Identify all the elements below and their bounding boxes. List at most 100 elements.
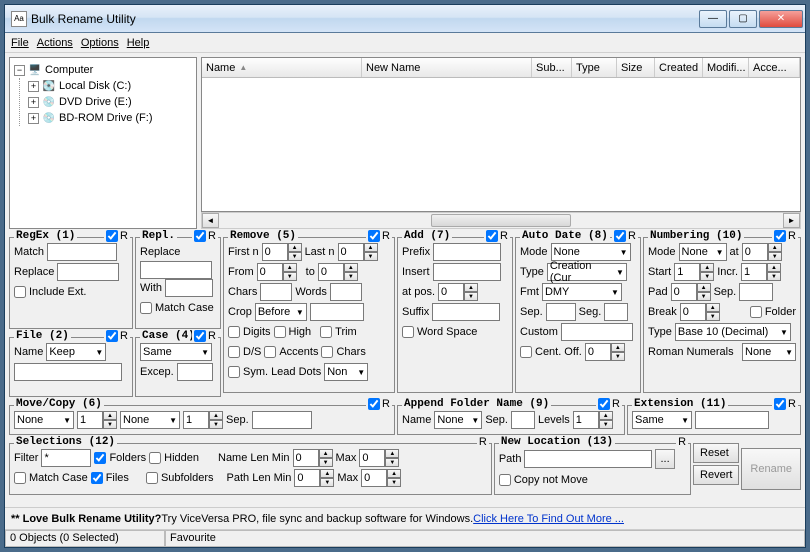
file-list[interactable]: Name▲ New Name Sub... Type Size Created …: [201, 57, 801, 212]
scroll-left-icon[interactable]: ◄: [202, 213, 219, 228]
repl-with-input[interactable]: [165, 279, 213, 297]
selections-subfolders-check[interactable]: [146, 472, 158, 484]
tree-expand-icon[interactable]: +: [28, 113, 39, 124]
numbering-incr-spin[interactable]: ▲▼: [741, 263, 781, 281]
add-atpos-spin[interactable]: ▲▼: [438, 283, 478, 301]
selections-matchcase-check[interactable]: [14, 472, 26, 484]
tree-expand-icon[interactable]: +: [28, 81, 39, 92]
remove-from-spin[interactable]: ▲▼: [257, 263, 297, 281]
newlocation-copynotmove-check[interactable]: [499, 474, 511, 486]
numbering-start-spin[interactable]: ▲▼: [674, 263, 714, 281]
remove-digits-check[interactable]: [228, 326, 240, 338]
remove-chars2-check[interactable]: [321, 346, 333, 358]
autodate-fmt-combo[interactable]: DMY▼: [542, 283, 622, 301]
menu-actions[interactable]: Actions: [37, 37, 73, 49]
col-type[interactable]: Type: [572, 58, 617, 77]
maximize-button[interactable]: ▢: [729, 10, 757, 28]
menu-help[interactable]: Help: [127, 37, 150, 49]
footer-link[interactable]: Click Here To Find Out More ...: [473, 513, 624, 525]
case-combo[interactable]: Same▼: [140, 343, 212, 361]
reset-button[interactable]: Reset: [693, 443, 739, 463]
col-name[interactable]: Name▲: [202, 58, 362, 77]
tree-expand-icon[interactable]: +: [28, 97, 39, 108]
extension-enable-check[interactable]: [774, 398, 786, 410]
regex-replace-input[interactable]: [57, 263, 119, 281]
extension-input[interactable]: [695, 411, 769, 429]
autodate-off-spin[interactable]: ▲▼: [585, 343, 625, 361]
add-wordspace-check[interactable]: [402, 326, 414, 338]
numbering-at-spin[interactable]: ▲▼: [742, 243, 782, 261]
col-created[interactable]: Created: [655, 58, 703, 77]
remove-words-input[interactable]: [330, 283, 362, 301]
remove-to-spin[interactable]: ▲▼: [318, 263, 358, 281]
movecopy-sep-input[interactable]: [252, 411, 312, 429]
add-enable-check[interactable]: [486, 230, 498, 242]
menu-options[interactable]: Options: [81, 37, 119, 49]
remove-leaddots-combo[interactable]: Non▼: [324, 363, 368, 381]
remove-high-check[interactable]: [274, 326, 286, 338]
tree-item-label[interactable]: BD-ROM Drive (F:): [59, 112, 153, 124]
autodate-sep-input[interactable]: [546, 303, 576, 321]
appendfolder-levels-spin[interactable]: ▲▼: [573, 411, 613, 429]
remove-ds-check[interactable]: [228, 346, 240, 358]
autodate-mode-combo[interactable]: None▼: [551, 243, 631, 261]
file-name-combo[interactable]: Keep▼: [46, 343, 106, 361]
numbering-pad-spin[interactable]: ▲▼: [671, 283, 711, 301]
close-button[interactable]: ✕: [759, 10, 803, 28]
movecopy-spin1[interactable]: ▲▼: [77, 411, 117, 429]
remove-accents-check[interactable]: [264, 346, 276, 358]
minimize-button[interactable]: —: [699, 10, 727, 28]
add-insert-input[interactable]: [433, 263, 501, 281]
revert-button[interactable]: Revert: [693, 465, 739, 485]
autodate-enable-check[interactable]: [614, 230, 626, 242]
tree-item-label[interactable]: Local Disk (C:): [59, 80, 131, 92]
selections-namelenmax-spin[interactable]: ▲▼: [359, 449, 399, 467]
autodate-seg-input[interactable]: [604, 303, 628, 321]
movecopy-spin2[interactable]: ▲▼: [183, 411, 223, 429]
appendfolder-enable-check[interactable]: [598, 398, 610, 410]
selections-namelenmin-spin[interactable]: ▲▼: [293, 449, 333, 467]
repl-enable-check[interactable]: [194, 230, 206, 242]
repl-matchcase-check[interactable]: [140, 302, 152, 314]
file-custom-input[interactable]: [14, 363, 122, 381]
movecopy-enable-check[interactable]: [368, 398, 380, 410]
appendfolder-name-combo[interactable]: None▼: [434, 411, 482, 429]
add-suffix-input[interactable]: [432, 303, 500, 321]
numbering-mode-combo[interactable]: None▼: [679, 243, 727, 261]
numbering-sep-input[interactable]: [739, 283, 773, 301]
tree-collapse-icon[interactable]: −: [14, 65, 25, 76]
remove-lastn-spin[interactable]: ▲▼: [338, 243, 378, 261]
selections-files-check[interactable]: [91, 472, 103, 484]
newlocation-path-input[interactable]: [524, 450, 652, 468]
scroll-right-icon[interactable]: ►: [783, 213, 800, 228]
regex-match-input[interactable]: [47, 243, 117, 261]
numbering-break-spin[interactable]: ▲▼: [680, 303, 720, 321]
regex-enable-check[interactable]: [106, 230, 118, 242]
scroll-thumb[interactable]: [431, 214, 571, 227]
numbering-enable-check[interactable]: [774, 230, 786, 242]
remove-chars-input[interactable]: [260, 283, 292, 301]
selections-hidden-check[interactable]: [149, 452, 161, 464]
add-prefix-input[interactable]: [433, 243, 501, 261]
col-sub[interactable]: Sub...: [532, 58, 572, 77]
menu-file[interactable]: File: [11, 37, 29, 49]
tree-root-label[interactable]: Computer: [45, 64, 93, 76]
autodate-cent-check[interactable]: [520, 346, 532, 358]
col-accessed[interactable]: Acce...: [749, 58, 800, 77]
appendfolder-sep-input[interactable]: [511, 411, 535, 429]
remove-enable-check[interactable]: [368, 230, 380, 242]
numbering-type-combo[interactable]: Base 10 (Decimal)▼: [675, 323, 791, 341]
movecopy-combo1[interactable]: None▼: [14, 411, 74, 429]
selections-pathlenmin-spin[interactable]: ▲▼: [294, 469, 334, 487]
col-size[interactable]: Size: [617, 58, 655, 77]
rename-button[interactable]: Rename: [741, 448, 801, 490]
numbering-roman-combo[interactable]: None▼: [742, 343, 796, 361]
case-excep-input[interactable]: [177, 363, 213, 381]
repl-replace-input[interactable]: [140, 261, 212, 279]
col-newname[interactable]: New Name: [362, 58, 532, 77]
extension-combo[interactable]: Same▼: [632, 411, 692, 429]
selections-folders-check[interactable]: [94, 452, 106, 464]
remove-sym-check[interactable]: [228, 366, 240, 378]
remove-trim-check[interactable]: [320, 326, 332, 338]
remove-crop-combo[interactable]: Before▼: [255, 303, 307, 321]
